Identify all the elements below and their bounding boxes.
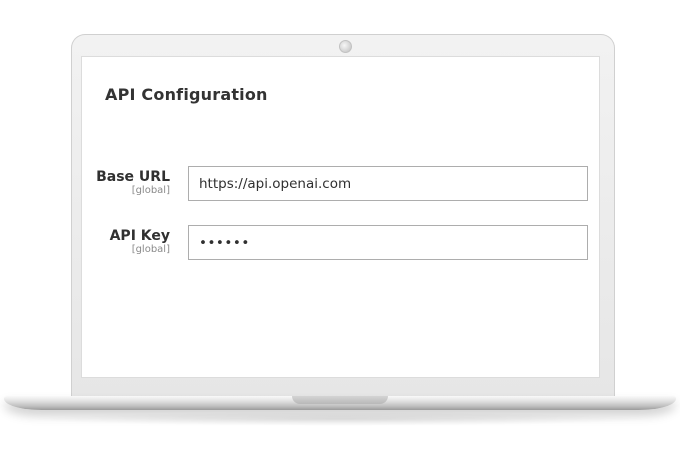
api-key-label-group: API Key [global] bbox=[50, 228, 170, 256]
base-url-scope: [global] bbox=[131, 185, 170, 196]
page-title: API Configuration bbox=[105, 85, 268, 104]
base-url-input[interactable] bbox=[188, 166, 588, 201]
laptop-base-notch bbox=[292, 396, 388, 404]
api-key-scope: [global] bbox=[131, 244, 170, 255]
laptop-screen: API Configuration Base URL [global] API … bbox=[81, 56, 600, 378]
api-key-label: API Key bbox=[109, 228, 170, 244]
webcam-icon bbox=[339, 40, 352, 53]
api-key-input[interactable] bbox=[188, 225, 588, 260]
laptop-shadow bbox=[30, 412, 650, 426]
base-url-label: Base URL bbox=[96, 169, 170, 185]
base-url-label-group: Base URL [global] bbox=[50, 169, 170, 197]
laptop-mockup: API Configuration Base URL [global] API … bbox=[0, 0, 680, 450]
